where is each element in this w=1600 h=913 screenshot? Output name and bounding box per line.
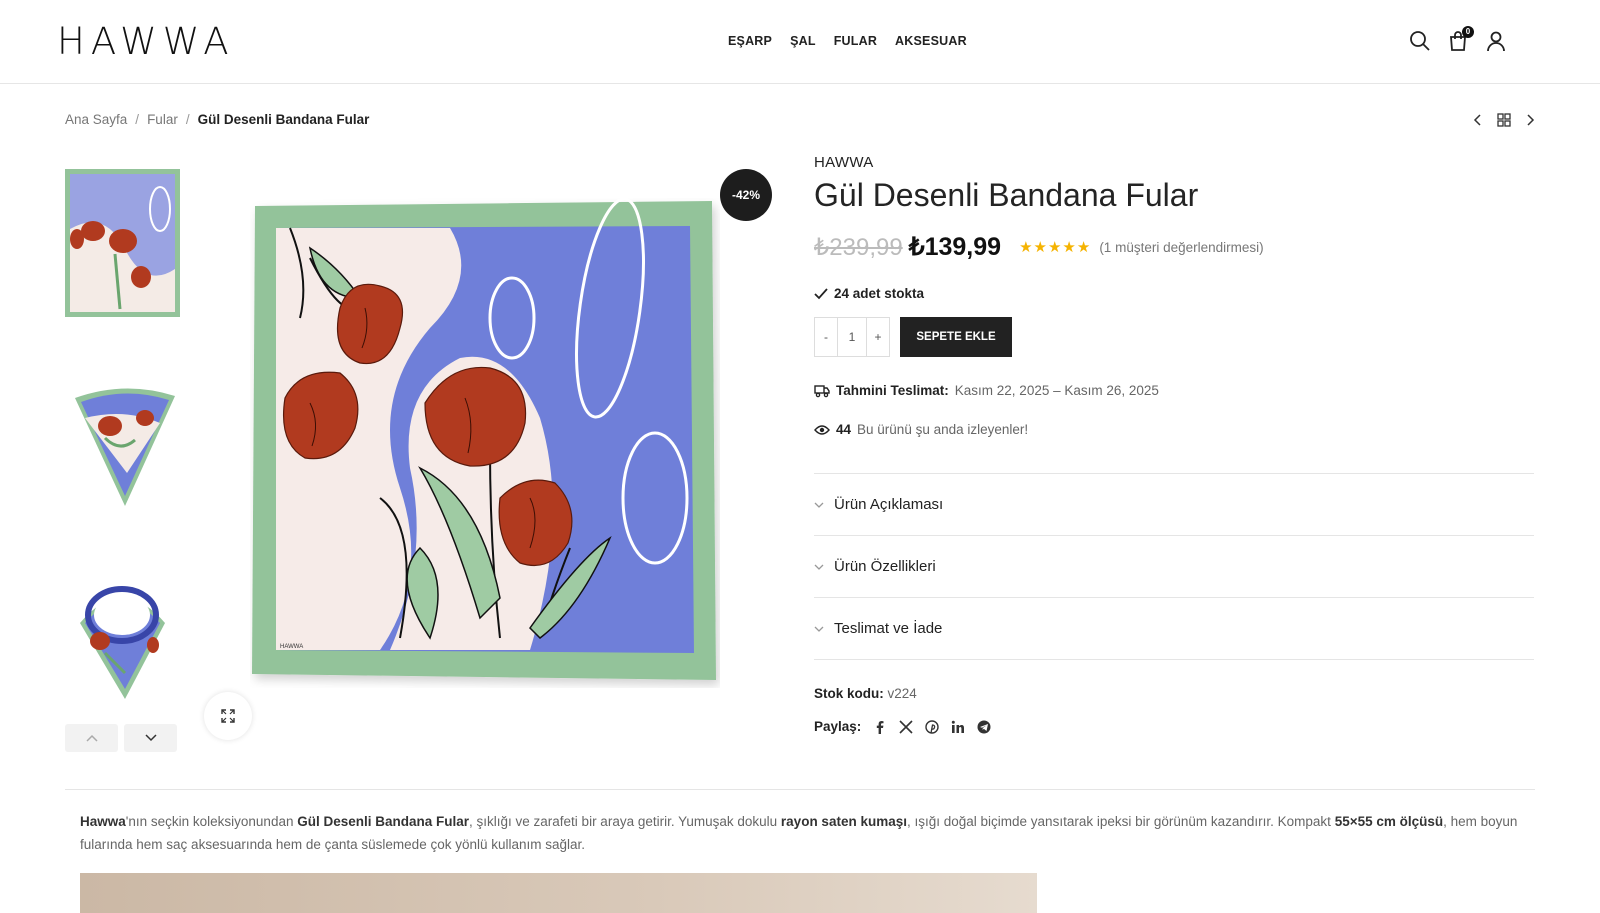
delivery-dates: Kasım 22, 2025 – Kasım 26, 2025 — [954, 383, 1159, 398]
thumbnail-up-button[interactable] — [65, 724, 118, 752]
search-icon[interactable] — [1409, 30, 1431, 52]
share-row: Paylaş: — [814, 719, 1534, 734]
accordion-description[interactable]: Ürün Açıklaması — [814, 474, 1534, 536]
reviews-link[interactable]: (1 müşteri değerlendirmesi) — [1099, 240, 1263, 255]
chevron-down-icon — [814, 626, 824, 632]
accordion-delivery-returns-label: Teslimat ve İade — [834, 620, 943, 637]
desc-text: , ışığı doğal biçimde yansıtarak ipeksi … — [906, 814, 1335, 829]
share-label: Paylaş: — [814, 719, 862, 734]
svg-text:HAWWA: HAWWA — [280, 644, 303, 650]
desc-text: 'nın seçkin koleksiyonundan — [125, 814, 298, 829]
desc-brand: Hawwa — [80, 814, 126, 829]
desc-text: , şıklığı ve zarafeti bir araya getirir.… — [469, 814, 781, 829]
stock-status: 24 adet stokta — [814, 286, 1534, 301]
eye-icon — [814, 424, 830, 435]
breadcrumb-home[interactable]: Ana Sayfa — [65, 112, 127, 127]
product-title: Gül Desenli Bandana Fular — [814, 177, 1199, 213]
desc-fabric: rayon saten kumaşı — [780, 814, 907, 829]
truck-icon — [814, 384, 830, 397]
chevron-down-icon — [814, 564, 824, 570]
linkedin-icon[interactable] — [951, 720, 965, 734]
breadcrumb-separator: / — [135, 112, 140, 127]
viewers-count: 44 — [836, 422, 852, 437]
sku-row: Stok kodu: v224 — [814, 686, 1534, 701]
section-divider — [65, 789, 1535, 790]
site-logo[interactable]: HAWWA — [57, 20, 235, 63]
chevron-right-icon[interactable] — [1522, 112, 1538, 128]
chevron-left-icon[interactable] — [1470, 112, 1486, 128]
nav-item-fular[interactable]: FULAR — [834, 34, 877, 48]
account-icon[interactable] — [1485, 30, 1507, 52]
desc-size: 55×55 cm ölçüsü — [1334, 814, 1444, 829]
discount-badge: -42% — [720, 169, 772, 221]
telegram-icon[interactable] — [977, 720, 991, 734]
quantity-minus-button[interactable]: - — [815, 318, 837, 356]
x-twitter-icon[interactable] — [899, 719, 913, 734]
accordion-description-label: Ürün Açıklaması — [834, 496, 944, 513]
product-info: HAWWA Gül Desenli Bandana Fular ₺239,99 … — [814, 154, 1534, 734]
price-row: ₺239,99 ₺139,99 ★★★★★ (1 müşteri değerle… — [814, 232, 1534, 262]
delivery-estimate: Tahmini Teslimat: Kasım 22, 2025 – Kasım… — [814, 383, 1534, 398]
nav-item-sal[interactable]: ŞAL — [790, 34, 816, 48]
quantity-stepper: - 1 + — [814, 317, 890, 357]
product-accordion: Ürün Açıklaması Ürün Özellikleri Teslima… — [814, 473, 1534, 660]
cart-count-badge: 0 — [1462, 26, 1474, 38]
stock-text: 24 adet stokta — [834, 286, 925, 301]
sale-price: ₺139,99 — [908, 233, 1002, 261]
main-product-image[interactable]: HAWWA — [250, 197, 720, 688]
accordion-features-label: Ürün Özellikleri — [834, 558, 936, 575]
thumbnail-down-button[interactable] — [124, 724, 177, 752]
breadcrumb-fular[interactable]: Fular — [147, 112, 178, 127]
quantity-input[interactable]: 1 — [837, 318, 867, 356]
desc-product-name: Gül Desenli Bandana Fular — [297, 814, 470, 829]
add-to-cart-button[interactable]: SEPETE EKLE — [900, 317, 1012, 357]
chevron-down-icon — [814, 502, 824, 508]
quantity-plus-button[interactable]: + — [867, 318, 889, 356]
cart-icon[interactable]: 0 — [1447, 26, 1474, 52]
rating-stars-icon: ★★★★★ — [1019, 239, 1092, 256]
main-nav: EŞARP ŞAL FULAR AKSESUAR — [728, 34, 967, 48]
header-icons: 0 — [1409, 26, 1507, 52]
zoom-button[interactable] — [204, 692, 252, 740]
product-description: Hawwa'nın seçkin koleksiyonundan Gül Des… — [80, 810, 1520, 856]
old-price: ₺239,99 — [814, 233, 903, 261]
thumbnail-folded-bandana[interactable] — [65, 368, 180, 518]
breadcrumb-separator: / — [185, 112, 190, 127]
facebook-icon[interactable] — [873, 720, 887, 734]
thumbnail-controls — [65, 724, 177, 752]
sku-label: Stok kodu: — [814, 686, 884, 701]
grid-icon[interactable] — [1496, 112, 1512, 128]
breadcrumb-current: Gül Desenli Bandana Fular — [197, 112, 370, 127]
description-banner-image — [80, 873, 1037, 913]
expand-icon — [221, 709, 235, 723]
accordion-delivery-returns[interactable]: Teslimat ve İade — [814, 598, 1534, 660]
breadcrumb: Ana Sayfa / Fular / Gül Desenli Bandana … — [65, 112, 369, 127]
chevron-up-icon — [85, 734, 98, 742]
thumbnail-tied-bandana[interactable] — [65, 553, 180, 703]
sku-value: v224 — [887, 686, 917, 701]
site-header: HAWWA EŞARP ŞAL FULAR AKSESUAR 0 — [0, 0, 1600, 84]
add-to-cart-row: - 1 + SEPETE EKLE — [814, 317, 1534, 357]
nav-item-aksesuar[interactable]: AKSESUAR — [895, 34, 967, 48]
check-icon — [814, 287, 828, 299]
thumbnail-flat-scarf[interactable] — [65, 168, 180, 318]
accordion-features[interactable]: Ürün Özellikleri — [814, 536, 1534, 598]
viewers-text: Bu ürünü şu anda izleyenler! — [857, 422, 1029, 437]
product-brand[interactable]: HAWWA — [814, 154, 1534, 171]
nav-item-esarp[interactable]: EŞARP — [728, 34, 772, 48]
chevron-down-icon — [144, 734, 157, 742]
product-navigation — [1470, 112, 1538, 128]
delivery-label: Tahmini Teslimat: — [836, 383, 949, 398]
pinterest-icon[interactable] — [925, 719, 939, 734]
live-viewers: 44 Bu ürünü şu anda izleyenler! — [814, 422, 1534, 437]
